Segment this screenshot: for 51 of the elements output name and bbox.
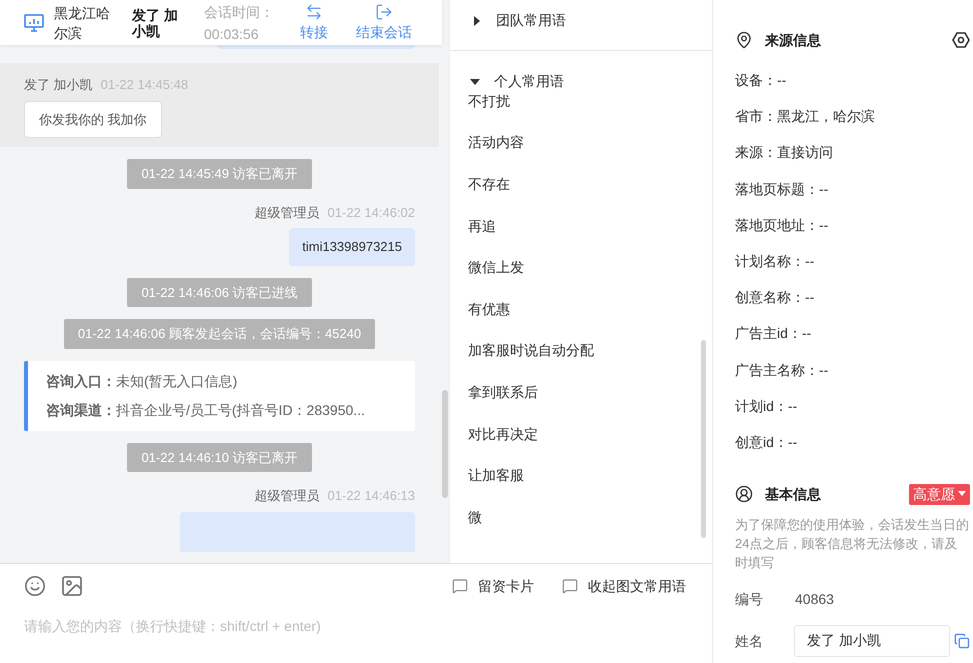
phrase-item[interactable]: 不存在 (468, 163, 510, 205)
message-bubble: 你发我你的 我加你 (24, 100, 162, 138)
section-title: 来源信息 (765, 30, 821, 50)
info-row-text: 落地页标题：-- (735, 180, 830, 199)
visitor-location: 黑龙江哈尔滨 (54, 4, 111, 42)
message-bubble: timi13398973215 (289, 228, 415, 266)
info-row-text: 省市：黑龙江，哈尔滨 (735, 107, 876, 126)
intent-tag[interactable]: 高意愿 (909, 484, 970, 505)
toolbar-button[interactable]: 收起图文常用语 (562, 576, 686, 596)
phrase-group-toggle[interactable]: 个人常用语 (454, 71, 564, 92)
system-notice: 01-22 14:46:10 访客已离开 (127, 442, 312, 472)
phrase-item[interactable]: 有优惠 (468, 288, 510, 330)
info-row-text: 计划名称：-- (735, 252, 816, 271)
system-notice: 01-22 14:46:06 顾客发起会话，会话编号：45240 (64, 319, 376, 348)
phrase-item[interactable]: 再追 (468, 204, 496, 246)
info-row-text: 落地页地址：-- (735, 216, 830, 235)
message-input[interactable]: 请输入您的内容（换行快捷键：shift/ctrl + enter) (24, 616, 688, 637)
system-notice: 01-22 14:45:49 访客已离开 (127, 159, 312, 188)
message-time: 01-22 14:46:13 (328, 487, 415, 505)
info-row-text: 计划id：-- (735, 396, 798, 416)
sender-name: 超级管理员 (254, 487, 320, 505)
system-notice: 01-22 14:46:06 访客已进线 (127, 278, 312, 307)
section-title: 基本信息 (765, 484, 821, 504)
phrase-item[interactable]: 让加客服 (468, 454, 524, 496)
info-row-text: 来源：直接访问 (735, 143, 834, 162)
phrase-item[interactable]: 对比再决定 (468, 412, 538, 454)
phrase-item[interactable]: 拿到联系后 (468, 371, 538, 413)
field-label: 姓名 (735, 632, 764, 651)
info-row-text: 广告主名称：-- (735, 360, 830, 380)
phrase-item[interactable]: 活动内容 (468, 122, 524, 164)
notice-text: 为了保障您的使用体验，会话发生当日的24点之后，顾客信息将无法修改，请及时填写 (735, 516, 970, 572)
info-row-text: 咨询入口：未知(暂无入口信息) (46, 372, 238, 391)
phrase-item[interactable]: 微 (468, 496, 482, 538)
field-value: 40863 (795, 590, 834, 609)
field-label: 编号 (735, 590, 764, 609)
sender-name: 超级管理员 (254, 204, 320, 222)
visitor-name: 发了 加小凯 (132, 6, 179, 38)
phrase-item[interactable]: 微信上发 (468, 246, 524, 288)
phrase-group-toggle[interactable]: 团队常用语 (472, 10, 566, 31)
info-row-text: 创意id：-- (735, 432, 798, 452)
session-time-label: 会话时间： (204, 2, 275, 22)
name-field[interactable]: 发了 加小凯 (794, 625, 950, 658)
info-row-text: 咨询渠道：抖音企业号/员工号(抖音号ID：283950... (46, 400, 366, 420)
info-row-text: 广告主id：-- (735, 324, 812, 344)
session-time: 00:03:56 (204, 24, 260, 44)
info-row-text: 设备：-- (735, 71, 788, 90)
info-row-text: 创意名称：-- (735, 288, 816, 308)
phrase-item[interactable]: 加客服时说自动分配 (468, 330, 594, 372)
sender-name: 发了 加小凯 (24, 76, 93, 94)
toolbar-button[interactable]: 留资卡片 (452, 576, 534, 596)
message-time: 01-22 14:46:02 (328, 204, 415, 222)
